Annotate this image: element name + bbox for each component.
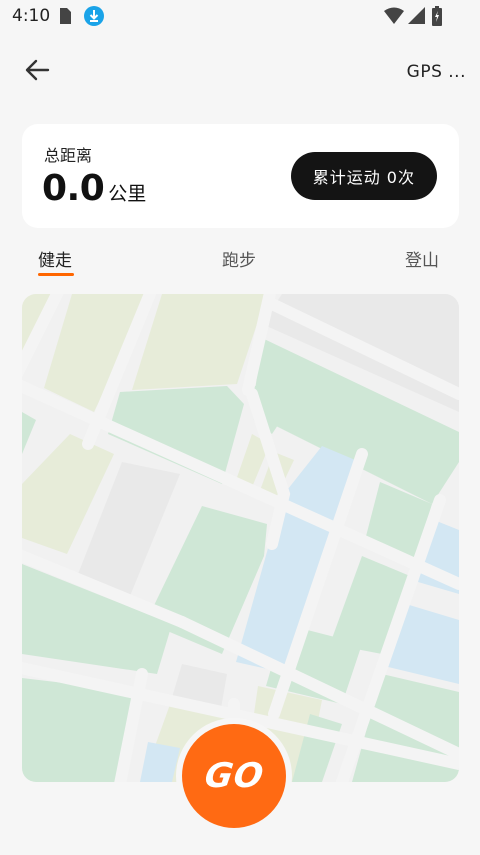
download-icon [84, 6, 104, 26]
go-start-button[interactable]: GO [176, 718, 292, 834]
arrow-left-icon [25, 59, 50, 81]
sim-card-icon [60, 8, 71, 24]
battery-icon [432, 6, 442, 26]
go-button-circle: GO [182, 724, 286, 828]
go-button-label: GO [201, 756, 267, 796]
distance-unit: 公里 [108, 183, 147, 205]
summary-card: 总距离 0.0 公里 累计运动 0次 [22, 124, 459, 228]
gps-status-label[interactable]: GPS ... [407, 62, 466, 82]
map-illustration [22, 294, 459, 782]
map-view[interactable] [22, 294, 459, 782]
workout-screen: 4:10 GPS ... 总距离 0.0 公里 累计运动 0次 健走 跑步 登山… [0, 0, 480, 855]
wifi-icon [384, 7, 404, 24]
signal-icon [408, 7, 425, 24]
back-button[interactable] [22, 55, 54, 85]
distance-value-row: 0.0 公里 [42, 168, 146, 209]
status-time: 4:10 [12, 6, 51, 26]
tab-running[interactable]: 跑步 [222, 246, 256, 271]
tab-active-indicator [38, 273, 74, 276]
tab-walking[interactable]: 健走 [38, 246, 72, 271]
total-distance-label: 总距离 [44, 146, 93, 165]
total-workouts-button[interactable]: 累计运动 0次 [290, 152, 437, 200]
activity-tabs: 健走 跑步 登山 [0, 246, 480, 282]
total-distance-value: 0.0 [42, 168, 105, 209]
status-bar: 4:10 [0, 0, 480, 34]
tab-hiking[interactable]: 登山 [405, 246, 439, 271]
